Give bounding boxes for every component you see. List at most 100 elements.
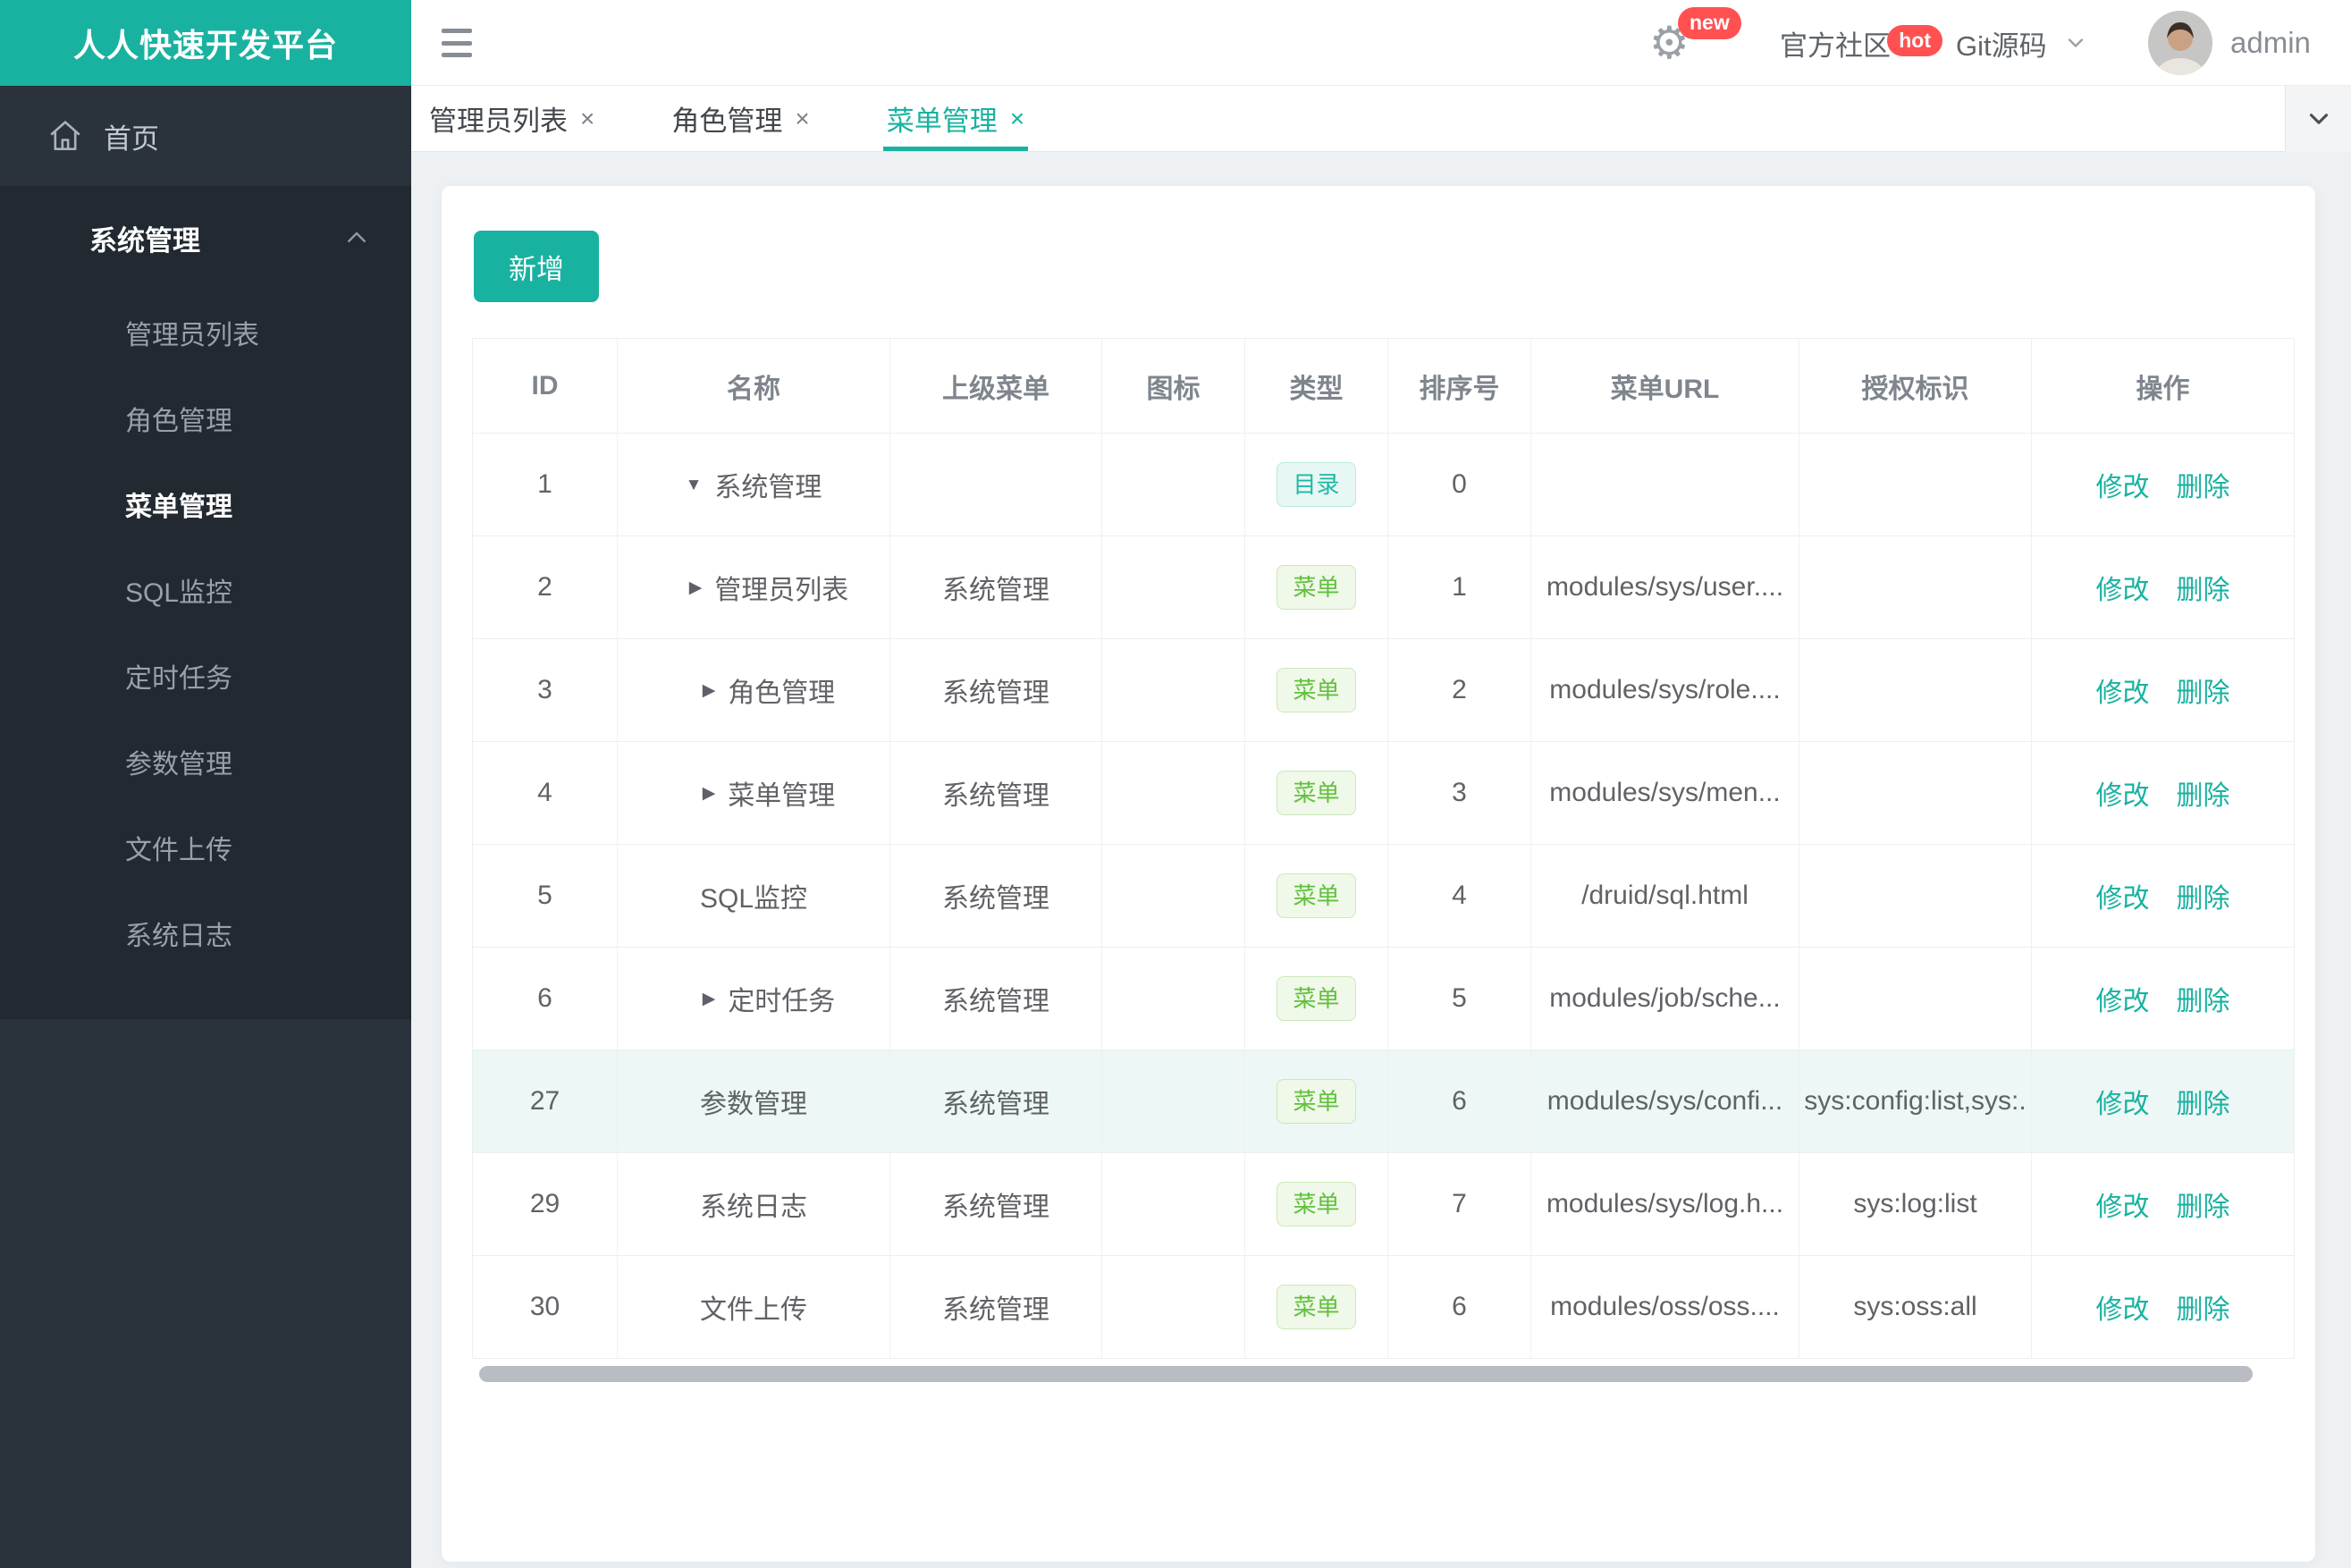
cell-type: 菜单 bbox=[1245, 845, 1388, 948]
edit-link[interactable]: 修改 bbox=[2096, 465, 2150, 504]
table-row[interactable]: 2 ▶ 管理员列表 系统管理 菜单 1 modules/sys/user.... 修改 删除 bbox=[473, 536, 2295, 639]
tab-menu-mgmt[interactable]: 菜单管理 × bbox=[882, 86, 1029, 151]
edit-link[interactable]: 修改 bbox=[2096, 979, 2150, 1018]
cell-perms: sys:log:list bbox=[1799, 1153, 2032, 1256]
menu-name-label: SQL监控 bbox=[699, 884, 808, 914]
sidebar-item-role-mgmt[interactable]: 角色管理 bbox=[0, 375, 411, 461]
git-source-dropdown[interactable]: Git源码 bbox=[1956, 0, 2088, 86]
cell-id: 27 bbox=[473, 1050, 618, 1153]
table-row[interactable]: 6 ▶ 定时任务 系统管理 菜单 5 modules/job/sche... 修改 删除 bbox=[473, 948, 2295, 1050]
delete-link[interactable]: 删除 bbox=[2177, 670, 2230, 710]
cell-parent bbox=[890, 434, 1102, 536]
sidebar-item-label: SQL监控 bbox=[125, 578, 233, 608]
sidebar: 人人快速开发平台 首页 系统管理 管理员列表 角色管理 菜单管理 SQL监控 定… bbox=[0, 0, 411, 1568]
cell-actions: 修改 删除 bbox=[2032, 1050, 2295, 1153]
cell-order: 6 bbox=[1388, 1256, 1531, 1359]
sidebar-item-label: 参数管理 bbox=[125, 750, 232, 780]
type-badge: 菜单 bbox=[1277, 770, 1356, 816]
expand-arrow-icon[interactable]: ▶ bbox=[703, 785, 716, 802]
cell-perms bbox=[1799, 536, 2032, 639]
delete-link[interactable]: 删除 bbox=[2177, 568, 2230, 607]
git-source-label: Git源码 bbox=[1956, 30, 2047, 62]
table-row[interactable]: 3 ▶ 角色管理 系统管理 菜单 2 modules/sys/role.... 修改 删除 bbox=[473, 639, 2295, 742]
sidebar-home-label: 首页 bbox=[104, 122, 159, 155]
sidebar-item-home[interactable]: 首页 bbox=[0, 86, 411, 186]
tab-label: 菜单管理 bbox=[886, 105, 998, 137]
sidebar-item-sql-monitor[interactable]: SQL监控 bbox=[0, 547, 411, 633]
expand-arrow-icon[interactable]: ▶ bbox=[703, 991, 716, 1007]
settings-button[interactable]: ⚙ new bbox=[1649, 0, 1741, 86]
cell-perms: sys:config:list,sys:. bbox=[1799, 1050, 2032, 1153]
user-menu[interactable]: admin bbox=[2148, 0, 2311, 86]
close-icon[interactable]: × bbox=[795, 105, 809, 133]
close-icon[interactable]: × bbox=[580, 105, 594, 133]
cell-perms bbox=[1799, 845, 2032, 948]
cell-icon bbox=[1102, 434, 1245, 536]
hamburger-menu-icon[interactable] bbox=[442, 23, 483, 63]
expand-arrow-icon[interactable]: ▼ bbox=[686, 476, 703, 493]
close-icon[interactable]: × bbox=[1010, 105, 1024, 133]
sidebar-group-title[interactable]: 系统管理 bbox=[0, 186, 411, 290]
sidebar-item-file-upload[interactable]: 文件上传 bbox=[0, 805, 411, 890]
menu-name-label: 定时任务 bbox=[728, 987, 836, 1016]
tab-overflow-button[interactable] bbox=[2285, 86, 2351, 152]
chevron-down-icon bbox=[2304, 104, 2334, 134]
table-row[interactable]: 27 参数管理 系统管理 菜单 6 modules/sys/confi... sys:con… bbox=[473, 1050, 2295, 1153]
cell-url: modules/sys/user.... bbox=[1531, 536, 1799, 639]
cell-icon bbox=[1102, 1153, 1245, 1256]
edit-link[interactable]: 修改 bbox=[2096, 568, 2150, 607]
col-header-perms: 授权标识 bbox=[1799, 339, 2032, 434]
delete-link[interactable]: 删除 bbox=[2177, 465, 2230, 504]
table-row[interactable]: 5 SQL监控 系统管理 菜单 4/druid/sql.html 修改 删除 bbox=[473, 845, 2295, 948]
cell-parent: 系统管理 bbox=[890, 1050, 1102, 1153]
cell-id: 3 bbox=[473, 639, 618, 742]
delete-link[interactable]: 删除 bbox=[2177, 1287, 2230, 1327]
col-header-type: 类型 bbox=[1245, 339, 1388, 434]
edit-link[interactable]: 修改 bbox=[2096, 773, 2150, 813]
edit-link[interactable]: 修改 bbox=[2096, 1082, 2150, 1121]
cell-name: 文件上传 bbox=[618, 1256, 890, 1359]
delete-link[interactable]: 删除 bbox=[2177, 773, 2230, 813]
expand-arrow-icon[interactable]: ▶ bbox=[689, 579, 703, 596]
edit-link[interactable]: 修改 bbox=[2096, 876, 2150, 915]
menu-name-label: 参数管理 bbox=[700, 1090, 807, 1119]
edit-link[interactable]: 修改 bbox=[2096, 1287, 2150, 1327]
tab-role-mgmt[interactable]: 角色管理 × bbox=[671, 86, 809, 151]
delete-link[interactable]: 删除 bbox=[2177, 1184, 2230, 1224]
cell-perms bbox=[1799, 639, 2032, 742]
col-header-name: 名称 bbox=[618, 339, 890, 434]
cell-parent: 系统管理 bbox=[890, 536, 1102, 639]
sidebar-item-menu-mgmt[interactable]: 菜单管理 bbox=[0, 461, 411, 547]
tab-label: 管理员列表 bbox=[429, 105, 568, 137]
cell-parent: 系统管理 bbox=[890, 639, 1102, 742]
col-header-parent: 上级菜单 bbox=[890, 339, 1102, 434]
table-row[interactable]: 29 系统日志 系统管理 菜单 7 modules/sys/log.h... sys:log… bbox=[473, 1153, 2295, 1256]
cell-actions: 修改 删除 bbox=[2032, 742, 2295, 845]
cell-parent: 系统管理 bbox=[890, 1153, 1102, 1256]
cell-name: ▶ 菜单管理 bbox=[618, 742, 890, 845]
table-row[interactable]: 1 ▼ 系统管理 目录 0 修改 删除 bbox=[473, 434, 2295, 536]
sidebar-submenu: 管理员列表 角色管理 菜单管理 SQL监控 定时任务 参数管理 文件上传 系统日… bbox=[0, 290, 411, 976]
sidebar-item-admin-list[interactable]: 管理员列表 bbox=[0, 290, 411, 375]
table-row[interactable]: 4 ▶ 菜单管理 系统管理 菜单 3 modules/sys/men... 修改 删除 bbox=[473, 742, 2295, 845]
cell-parent: 系统管理 bbox=[890, 845, 1102, 948]
delete-link[interactable]: 删除 bbox=[2177, 876, 2230, 915]
delete-link[interactable]: 删除 bbox=[2177, 1082, 2230, 1121]
table-row[interactable]: 30 文件上传 系统管理 菜单 6 modules/oss/oss.... sys:oss:… bbox=[473, 1256, 2295, 1359]
add-button[interactable]: 新增 bbox=[474, 231, 599, 302]
sidebar-item-scheduled-jobs[interactable]: 定时任务 bbox=[0, 633, 411, 719]
tab-admin-list[interactable]: 管理员列表 × bbox=[429, 86, 594, 151]
sidebar-item-param-mgmt[interactable]: 参数管理 bbox=[0, 719, 411, 805]
delete-link[interactable]: 删除 bbox=[2177, 979, 2230, 1018]
cell-url: modules/sys/confi... bbox=[1531, 1050, 1799, 1153]
horizontal-scrollbar[interactable] bbox=[479, 1366, 2253, 1382]
cell-url: modules/job/sche... bbox=[1531, 948, 1799, 1050]
sidebar-item-system-log[interactable]: 系统日志 bbox=[0, 890, 411, 976]
cell-url: modules/oss/oss.... bbox=[1531, 1256, 1799, 1359]
expand-arrow-icon[interactable]: ▶ bbox=[703, 682, 716, 699]
edit-link[interactable]: 修改 bbox=[2096, 1184, 2150, 1224]
community-link[interactable]: 官方社区 hot bbox=[1780, 0, 1942, 86]
edit-link[interactable]: 修改 bbox=[2096, 670, 2150, 710]
scrollbar-thumb[interactable] bbox=[479, 1366, 2253, 1382]
cell-type: 菜单 bbox=[1245, 1050, 1388, 1153]
